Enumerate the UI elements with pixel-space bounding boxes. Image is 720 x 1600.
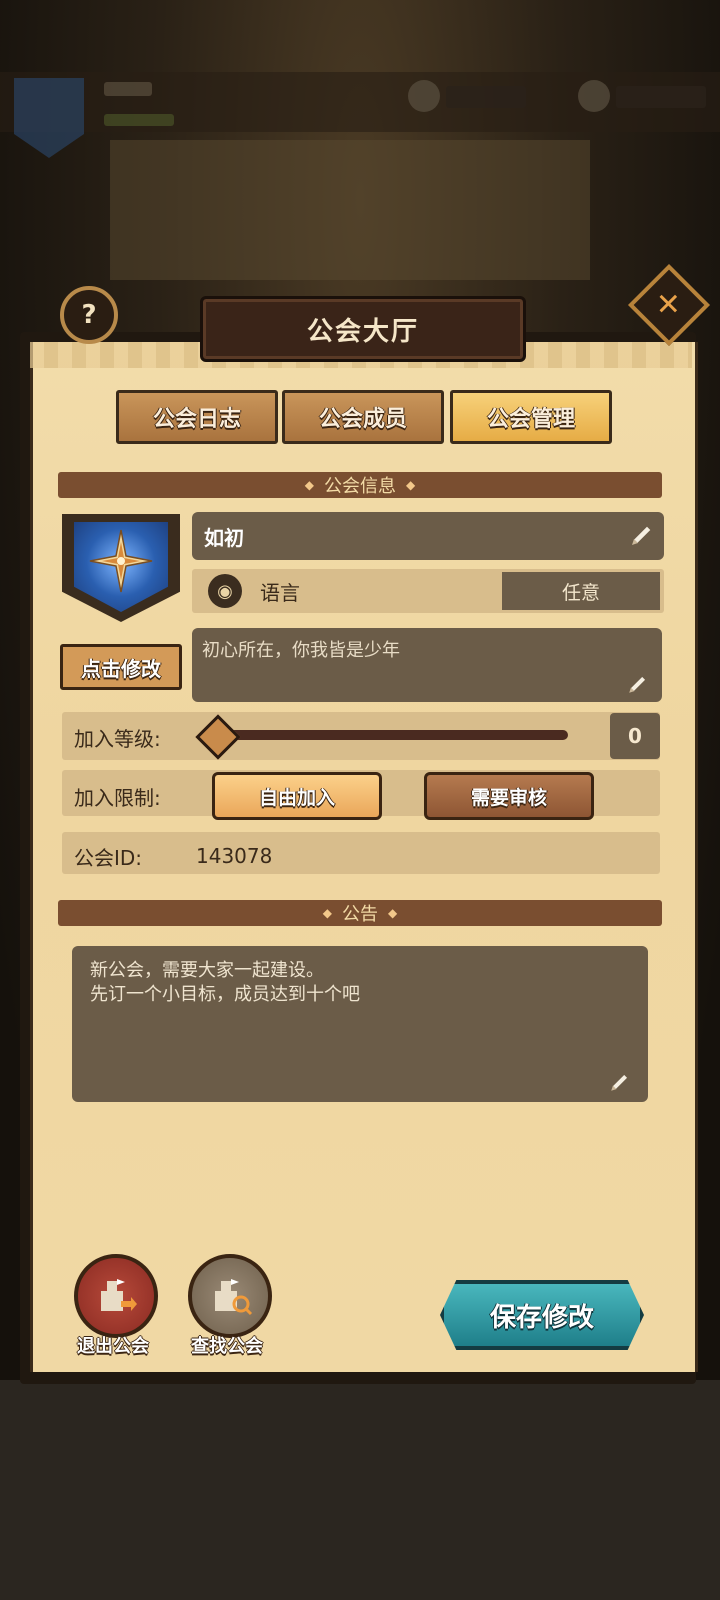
background-room: [110, 140, 590, 280]
save-changes-button[interactable]: 保存修改: [440, 1280, 644, 1350]
language-value: 任意: [561, 581, 600, 604]
right-diamond-ornament: ◆: [388, 906, 398, 920]
find-castle-icon: [215, 1279, 253, 1316]
notice-line-1: 新公会，需要大家一起建设。: [90, 960, 324, 981]
need-review-button[interactable]: 需要审核: [424, 772, 594, 820]
background-currency-value: [446, 86, 526, 108]
exit-guild-label: 退出公会: [77, 1336, 149, 1357]
left-diamond-ornament: ◆: [304, 478, 314, 492]
background-player-name: [104, 82, 152, 96]
close-icon: ✕: [656, 287, 682, 323]
guild-name-value: 如初: [204, 525, 244, 550]
language-label: 语言: [260, 580, 300, 605]
guild-id-row: [62, 832, 660, 874]
notice-line-2: 先订一个小目标，成员达到十个吧: [90, 984, 360, 1005]
guild-id-label: 公会ID:: [74, 846, 143, 870]
exit-guild-button[interactable]: [74, 1254, 158, 1338]
tab-guild-members[interactable]: 公会成员: [282, 390, 444, 444]
guild-motto-value: 初心所在，你我皆是少年: [202, 640, 400, 661]
find-guild-label: 查找公会: [191, 1336, 263, 1357]
section-header-guild-info: ◆ 公会信息 ◆: [58, 472, 662, 498]
right-diamond-ornament: ◆: [406, 478, 416, 492]
background-gold-value: [616, 86, 706, 108]
join-restriction-label: 加入限制:: [74, 786, 161, 810]
background-currency-icon: [408, 80, 440, 112]
exit-castle-icon: [101, 1279, 137, 1311]
guild-name-field[interactable]: 如初: [192, 512, 664, 560]
background-gold-icon: [578, 80, 610, 112]
join-level-value: 0: [628, 724, 642, 748]
help-button[interactable]: ?: [60, 286, 118, 344]
background-player-sub: [104, 114, 174, 126]
dialog-title-plate: 公会大厅: [200, 296, 526, 362]
question-mark-icon: ?: [81, 300, 97, 330]
globe-icon: ◉: [208, 574, 242, 608]
tab-guild-log[interactable]: 公会日志: [116, 390, 278, 444]
background-bottom-area: [0, 1380, 720, 1600]
language-select[interactable]: 任意: [502, 572, 660, 610]
emblem-modify-button[interactable]: 点击修改: [60, 644, 182, 690]
find-guild-button[interactable]: [188, 1254, 272, 1338]
notice-field[interactable]: 新公会，需要大家一起建设。 先订一个小目标，成员达到十个吧: [72, 946, 648, 1102]
section-title-notice: 公告: [342, 904, 378, 925]
join-level-label: 加入等级:: [74, 727, 161, 751]
section-title-guild-info: 公会信息: [324, 476, 396, 497]
compass-star-icon: [89, 529, 153, 593]
guild-motto-field[interactable]: 初心所在，你我皆是少年: [192, 628, 662, 702]
dialog-title: 公会大厅: [306, 316, 419, 347]
join-level-slider[interactable]: [212, 730, 568, 740]
pencil-icon[interactable]: [626, 521, 656, 551]
pencil-icon[interactable]: [624, 672, 650, 698]
tab-guild-management[interactable]: 公会管理: [450, 390, 612, 444]
left-diamond-ornament: ◆: [322, 906, 332, 920]
section-header-notice: ◆ 公告 ◆: [58, 900, 662, 926]
pencil-icon[interactable]: [606, 1070, 632, 1096]
guild-id-value: 143078: [196, 844, 273, 868]
language-row: ◉ 语言 任意: [192, 569, 664, 613]
join-level-value-box: 0: [610, 713, 660, 759]
free-join-button[interactable]: 自由加入: [212, 772, 382, 820]
